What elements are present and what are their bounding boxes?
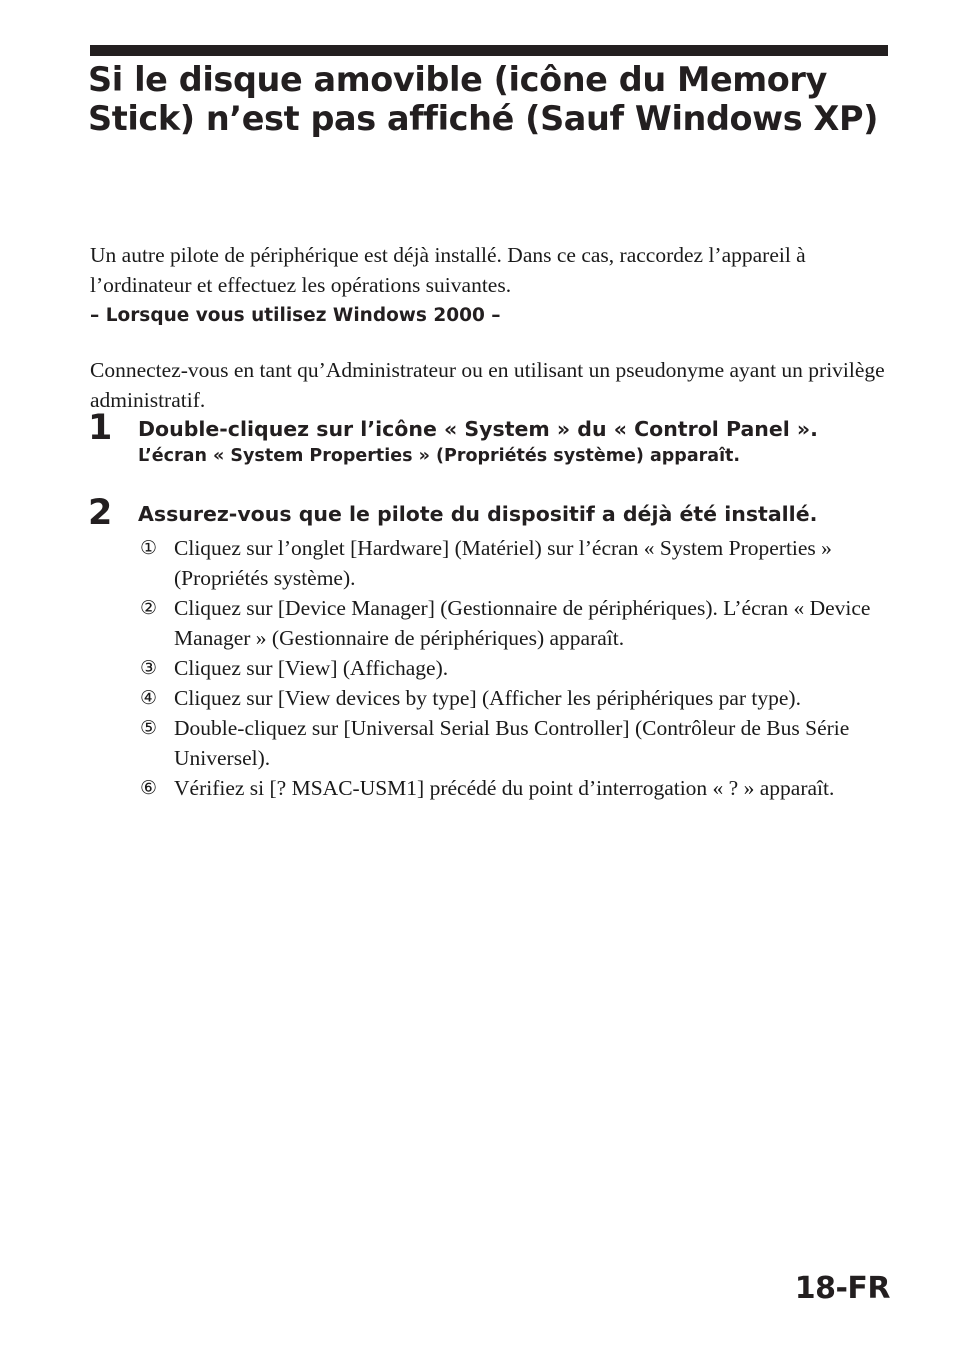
substep-text: Cliquez sur l’onglet [Hardware] (Matérie…: [174, 536, 832, 590]
section-heading: – Lorsque vous utilisez Windows 2000 –: [90, 305, 501, 326]
step-2: 2 Assurez-vous que le pilote du disposit…: [88, 493, 893, 803]
section-body: Connectez-vous en tant qu’Administrateur…: [90, 357, 885, 412]
step-2-substep-list: ① Cliquez sur l’onglet [Hardware] (Matér…: [138, 533, 893, 803]
circled-number-3-icon: ③: [140, 657, 158, 679]
substep-text: Vérifiez si [? MSAC-USM1] précédé du poi…: [174, 776, 835, 800]
intro-paragraph: Un autre pilote de périphérique est déjà…: [90, 242, 806, 297]
substep-item: ⑥ Vérifiez si [? MSAC-USM1] précédé du p…: [140, 773, 893, 803]
substep-item: ① Cliquez sur l’onglet [Hardware] (Matér…: [140, 533, 893, 593]
step-2-number: 2: [88, 493, 113, 533]
circled-number-2-icon: ②: [140, 597, 158, 619]
substep-item: ② Cliquez sur [Device Manager] (Gestionn…: [140, 593, 893, 653]
substep-text: Cliquez sur [View] (Affichage).: [174, 656, 449, 680]
footer-page-number: 18-FR: [794, 1271, 891, 1306]
substep-item: ⑤ Double-cliquez sur [Universal Serial B…: [140, 713, 893, 773]
step-1-number: 1: [88, 408, 113, 448]
document-page: Si le disque amovible (icône du Memory S…: [0, 0, 954, 1345]
circled-number-1-icon: ①: [140, 537, 158, 559]
step-2-title: Assurez-vous que le pilote du dispositif…: [138, 502, 818, 526]
step-1: 1 Double-cliquez sur l’icône « System » …: [88, 408, 893, 469]
step-1-note: L’écran « System Properties » (Propriété…: [138, 446, 741, 466]
circled-number-6-icon: ⑥: [140, 777, 158, 799]
substep-text: Cliquez sur [View devices by type] (Affi…: [174, 686, 801, 710]
substep-text: Double-cliquez sur [Universal Serial Bus…: [174, 716, 850, 770]
title-rule: [90, 45, 888, 56]
substep-item: ④ Cliquez sur [View devices by type] (Af…: [140, 683, 893, 713]
substep-item: ③ Cliquez sur [View] (Affichage).: [140, 653, 893, 683]
circled-number-4-icon: ④: [140, 687, 158, 709]
step-1-title: Double-cliquez sur l’icône « System » du…: [138, 417, 818, 441]
substep-text: Cliquez sur [Device Manager] (Gestionnai…: [174, 596, 871, 650]
circled-number-5-icon: ⑤: [140, 717, 158, 739]
page-title: Si le disque amovible (icône du Memory S…: [88, 60, 879, 138]
